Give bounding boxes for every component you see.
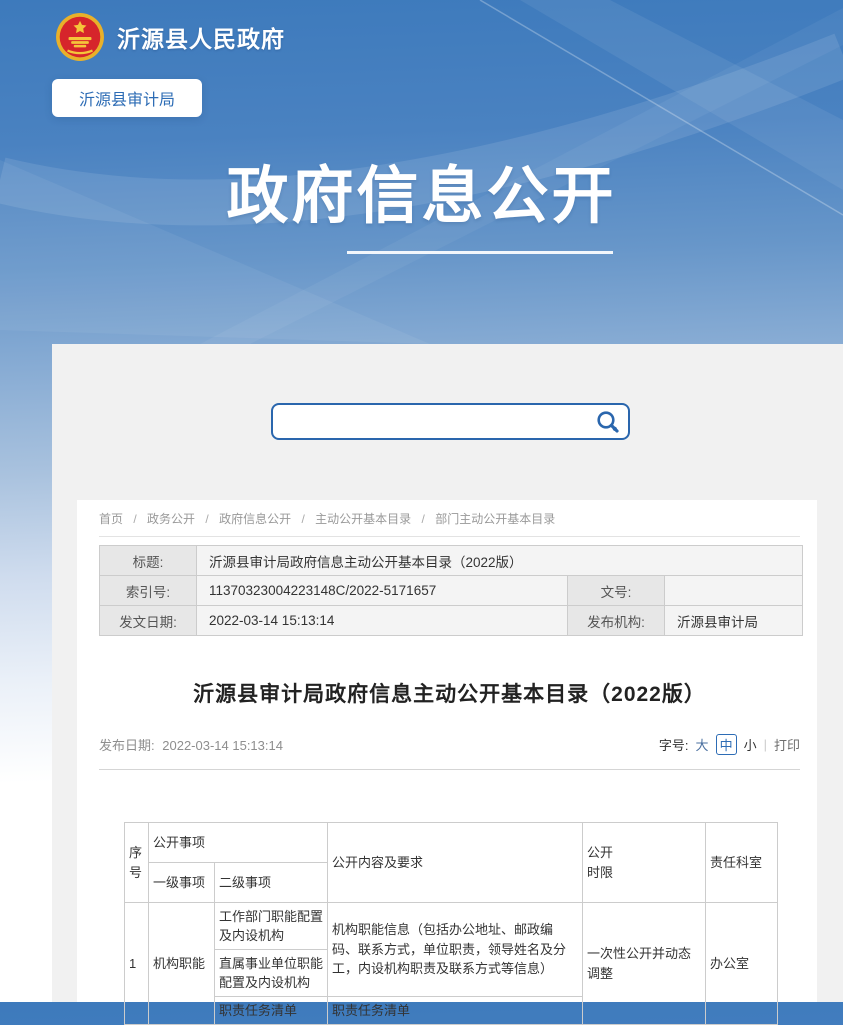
publish-date-label: 发布日期: — [99, 738, 155, 753]
gov-name: 沂源县人民政府 — [117, 20, 285, 54]
breadcrumb-separator: / — [133, 512, 136, 526]
meta-title-label: 标题: — [100, 546, 197, 576]
meta-index-value: 11370323004223148C/2022-5171657 — [197, 576, 568, 606]
meta-row-title: 标题: 沂源县审计局政府信息主动公开基本目录（2022版） — [100, 546, 803, 576]
article-meta-row: 发布日期: 2022-03-14 15:13:14 字号: 大 中 小 | 打印 — [99, 734, 800, 755]
publish-date-value: 2022-03-14 15:13:14 — [162, 738, 283, 753]
publish-date: 发布日期: 2022-03-14 15:13:14 — [99, 735, 283, 754]
meta-docnum-label: 文号: — [568, 576, 665, 606]
col-header-dept: 责任科室 — [706, 823, 778, 903]
breadcrumb-separator: / — [301, 512, 304, 526]
catalog-header-row-1: 序号 公开事项 公开内容及要求 公开 时限 责任科室 — [125, 823, 778, 863]
col-header-items: 公开事项 — [149, 823, 328, 863]
cell-level1: 机构职能 — [149, 903, 215, 1025]
font-size-label: 字号: — [659, 735, 689, 754]
meta-row-date: 发文日期: 2022-03-14 15:13:14 发布机构: 沂源县审计局 — [100, 606, 803, 636]
cell-timeline: 一次性公开并动态调整 — [583, 903, 706, 1025]
font-size-small-button[interactable]: 小 — [744, 735, 757, 754]
meta-row-index: 索引号: 11370323004223148C/2022-5171657 文号: — [100, 576, 803, 606]
breadcrumb: 首页 / 政务公开 / 政府信息公开 / 主动公开基本目录 / 部门主动公开基本… — [99, 500, 800, 527]
col-header-level2: 二级事项 — [215, 863, 328, 903]
breadcrumb-dept-catalog[interactable]: 部门主动公开基本目录 — [435, 512, 555, 526]
article-card: 首页 / 政务公开 / 政府信息公开 / 主动公开基本目录 / 部门主动公开基本… — [77, 500, 817, 1002]
tools-divider: | — [764, 737, 767, 752]
breadcrumb-divider — [99, 536, 800, 537]
search-button[interactable] — [594, 409, 622, 437]
meta-date-value: 2022-03-14 15:13:14 — [197, 606, 568, 636]
breadcrumb-separator: / — [205, 512, 208, 526]
site-logo-link[interactable]: 沂源县人民政府 — [55, 12, 285, 62]
cell-dept: 办公室 — [706, 903, 778, 1025]
breadcrumb-info-disclosure[interactable]: 政府信息公开 — [219, 512, 291, 526]
cell-content-sub12: 机构职能信息（包括办公地址、邮政编码、联系方式，单位职责，领导姓名及分工，内设机… — [328, 903, 583, 997]
meta-title-value: 沂源县审计局政府信息主动公开基本目录（2022版） — [197, 546, 803, 576]
banner-page-title: 政府信息公开 — [0, 163, 843, 231]
font-size-large-button[interactable]: 大 — [696, 735, 709, 754]
breadcrumb-basic-catalog[interactable]: 主动公开基本目录 — [315, 512, 411, 526]
print-button[interactable]: 打印 — [774, 735, 800, 754]
catalog-table: 序号 公开事项 公开内容及要求 公开 时限 责任科室 一级事项 二级事项 1 机… — [124, 822, 778, 1025]
dept-badge-button[interactable]: 沂源县审计局 — [52, 79, 202, 117]
article-title: 沂源县审计局政府信息主动公开基本目录（2022版） — [99, 678, 800, 708]
breadcrumb-zhengwu[interactable]: 政务公开 — [147, 512, 195, 526]
table-row: 1 机构职能 工作部门职能配置及内设机构 机构职能信息（包括办公地址、邮政编码、… — [125, 903, 778, 950]
article-divider — [99, 769, 800, 770]
cell-level2-sub1: 工作部门职能配置及内设机构 — [215, 903, 328, 950]
cell-level2-sub3: 职责任务清单 — [215, 997, 328, 1025]
meta-index-label: 索引号: — [100, 576, 197, 606]
search-input[interactable] — [283, 407, 583, 436]
dept-badge-label: 沂源县审计局 — [79, 86, 175, 110]
banner-title-underline — [347, 251, 613, 254]
font-size-medium-button[interactable]: 中 — [716, 734, 737, 755]
col-header-content: 公开内容及要求 — [328, 823, 583, 903]
cell-seq: 1 — [125, 903, 149, 1025]
search-box — [271, 403, 630, 440]
col-header-timeline: 公开 时限 — [583, 823, 706, 903]
cell-content-sub3: 职责任务清单 — [328, 997, 583, 1025]
breadcrumb-home[interactable]: 首页 — [99, 512, 123, 526]
breadcrumb-separator: / — [422, 512, 425, 526]
search-icon — [595, 409, 621, 435]
banner: 沂源县人民政府 沂源县审计局 政府信息公开 — [0, 0, 843, 344]
document-meta-table: 标题: 沂源县审计局政府信息主动公开基本目录（2022版） 索引号: 11370… — [99, 545, 803, 636]
cell-level2-sub2: 直属事业单位职能配置及内设机构 — [215, 950, 328, 997]
font-size-tools: 字号: 大 中 小 | 打印 — [659, 734, 800, 755]
col-header-seq: 序号 — [125, 823, 149, 903]
national-emblem-icon — [55, 12, 105, 62]
meta-org-label: 发布机构: — [568, 606, 665, 636]
meta-org-value: 沂源县审计局 — [665, 606, 803, 636]
meta-docnum-value — [665, 576, 803, 606]
col-header-level1: 一级事项 — [149, 863, 215, 903]
meta-date-label: 发文日期: — [100, 606, 197, 636]
